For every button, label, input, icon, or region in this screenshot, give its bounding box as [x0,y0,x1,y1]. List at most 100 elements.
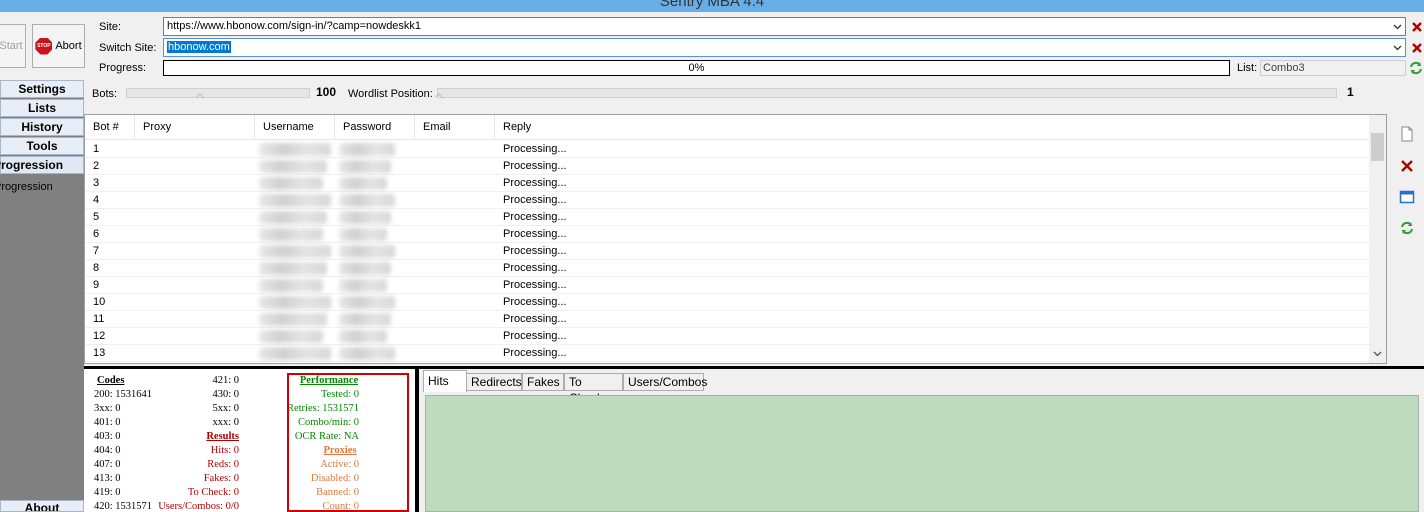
delete-icon[interactable] [1399,158,1415,174]
table-row[interactable]: 9 Processing... [85,277,1369,294]
table-row[interactable]: 12 Processing... [85,328,1369,345]
bot-number: 7 [93,245,100,257]
reply-cell: Processing... [503,347,567,359]
table-row[interactable]: 7 Processing... [85,243,1369,260]
table-row[interactable]: 6 Processing... [85,226,1369,243]
about-button[interactable]: About [0,500,84,512]
tab-label: Fakes [527,375,560,389]
table-row[interactable]: 8 Processing... [85,260,1369,277]
redacted-password [339,347,395,360]
bot-number: 2 [93,160,100,172]
tab-label: Hits [428,374,449,388]
nav-sub-progression[interactable]: Progression [0,181,53,193]
tab-label: Users/Combos [628,375,708,389]
start-button-label: Start [0,40,23,52]
new-document-icon[interactable] [1399,126,1415,142]
tab-users-combos[interactable]: Users/Combos [623,373,708,391]
slider-thumb[interactable] [435,93,444,102]
nav-lists[interactable]: Lists [0,99,84,117]
column-header[interactable]: Password [335,115,415,140]
wordlist-slider[interactable] [435,88,1337,102]
nav-label: Lists [27,101,56,115]
table-row[interactable]: 11 Processing... [85,311,1369,328]
column-header[interactable]: Reply [495,115,1369,140]
tab-hits[interactable]: Hits [423,370,467,392]
table-row[interactable]: 1 Processing... [85,141,1369,158]
scrollbar-thumb[interactable] [1371,133,1384,161]
switch-site-label: Switch Site: [99,42,157,54]
table-header: Bot # Proxy Username Password Email Repl… [85,115,1369,140]
clear-site-icon[interactable] [1410,20,1424,34]
result-stat: Hits: 0 [210,445,239,456]
code-stat: 401: 0 [94,417,121,428]
bots-slider[interactable] [126,88,310,102]
column-header[interactable]: Bot # [85,115,135,140]
table-row[interactable]: 2 Processing... [85,158,1369,175]
reply-cell: Processing... [503,194,567,206]
refresh-icon[interactable] [1399,220,1415,236]
reply-cell: Processing... [503,228,567,240]
tab-redirects[interactable]: Redirects [466,373,522,391]
code-stat: 403: 0 [94,431,121,442]
table-row[interactable]: 3 Processing... [85,175,1369,192]
code-stat: 419: 0 [94,487,121,498]
bot-number: 4 [93,194,100,206]
clear-switch-site-icon[interactable] [1410,41,1424,55]
reply-cell: Processing... [503,160,567,172]
reply-cell: Processing... [503,262,567,274]
table-row[interactable]: 5 Processing... [85,209,1369,226]
bots-row: Bots: 100 Wordlist Position: 1 [84,80,1424,110]
list-field[interactable]: Combo3 [1260,60,1406,76]
reply-cell: Processing... [503,313,567,325]
chevron-down-icon[interactable] [1392,21,1403,32]
tab-to-check[interactable]: To Check [564,373,623,405]
column-header[interactable]: Proxy [135,115,255,140]
table-row[interactable]: 4 Processing... [85,192,1369,209]
tab-label: Redirects [471,375,522,389]
abort-button[interactable]: STOP Abort [32,24,85,68]
redacted-username [259,347,331,360]
column-header[interactable]: Username [255,115,335,140]
bot-number: 8 [93,262,100,274]
bot-number: 10 [93,296,106,308]
slider-thumb[interactable] [196,93,205,102]
site-label: Site: [99,21,122,33]
stop-sign-icon: STOP [35,37,53,55]
nav-label: History [21,120,63,134]
bots-value: 100 [316,85,337,99]
vertical-scrollbar[interactable] [1369,115,1386,363]
start-button[interactable]: Start [0,24,26,68]
switch-site-combobox[interactable]: hbonow.com [163,38,1406,57]
table-row[interactable]: 13 Processing... [85,345,1369,362]
reply-cell: Processing... [503,211,567,223]
bot-number: 1 [93,143,100,155]
redacted-password [339,160,391,173]
redacted-password [339,143,395,156]
window-icon[interactable] [1399,189,1415,205]
redacted-username [259,143,331,156]
code-stat: 404: 0 [94,445,121,456]
list-value: Combo3 [1263,62,1305,74]
nav-history[interactable]: History [0,118,84,136]
scroll-down-icon[interactable] [1373,349,1382,358]
site-value: https://www.hbonow.com/sign-in/?camp=now… [167,20,422,32]
refresh-icon[interactable] [1408,60,1424,76]
redacted-username [259,313,327,326]
site-combobox[interactable]: https://www.hbonow.com/sign-in/?camp=now… [163,17,1406,36]
wordlist-label: Wordlist Position: [348,88,433,100]
column-header[interactable]: Email [415,115,495,140]
redacted-username [259,296,331,309]
code-stat: 5xx: 0 [212,403,239,414]
progress-value: 0% [688,62,705,74]
nav-label: Progression [0,158,64,172]
table-row[interactable]: 10 Processing... [85,294,1369,311]
abort-button-label: Abort [55,40,82,52]
tab-fakes[interactable]: Fakes [522,373,564,391]
results-header: Results [206,431,239,442]
nav-progression[interactable]: Progression [0,156,84,174]
nav-tools[interactable]: Tools [0,137,84,155]
results-tabs: Hits Redirects Fakes To Check Users/Comb… [419,369,1424,512]
nav-label: Settings [18,82,66,96]
chevron-down-icon[interactable] [1392,42,1403,53]
nav-settings[interactable]: Settings [0,80,84,98]
